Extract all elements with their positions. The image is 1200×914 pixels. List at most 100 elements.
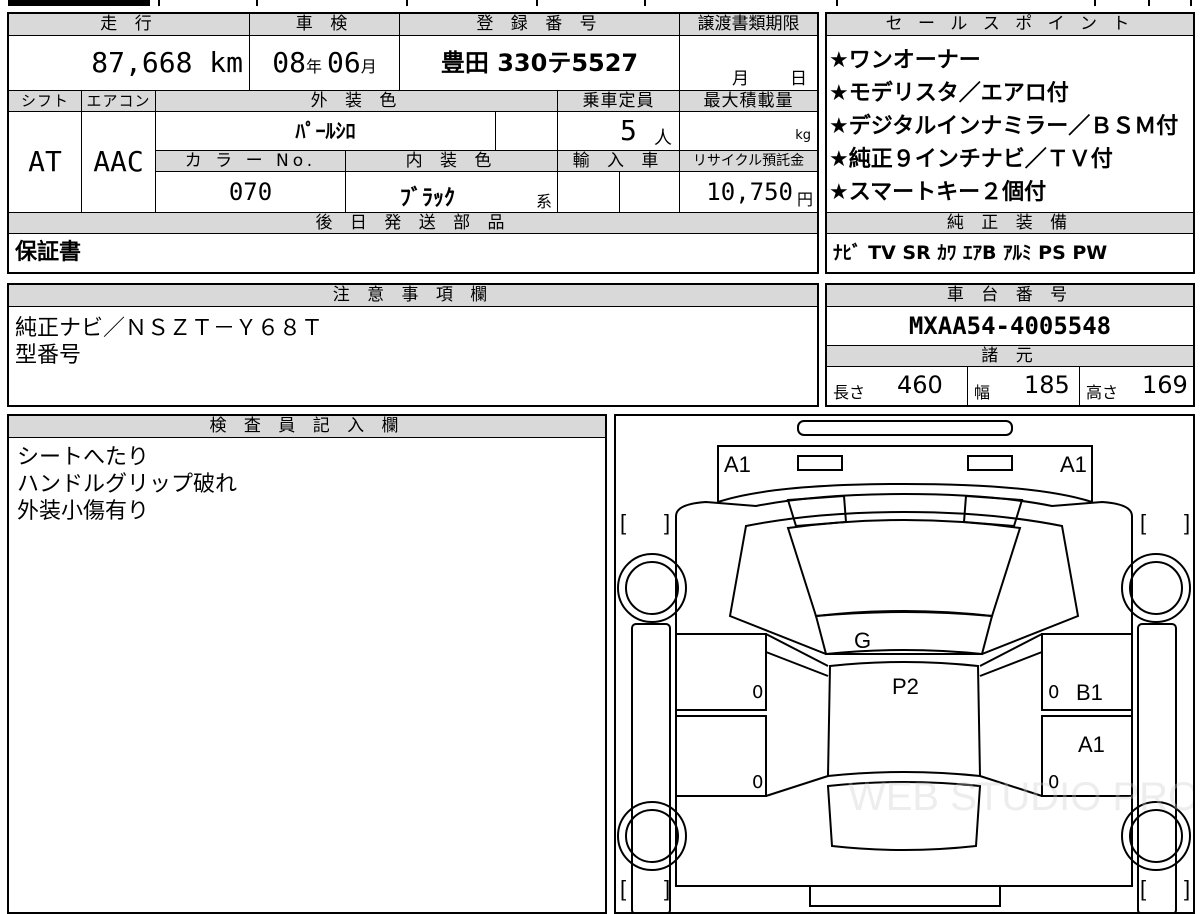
mark-zero: 0: [752, 682, 764, 703]
equipment-value: ﾅﾋﾞ TV SR ｶﾜ ｴｱB ｱﾙﾐ PS PW: [833, 242, 1108, 264]
interior-color-label: 内 装 色: [345, 150, 557, 172]
inspection-label: 車 検: [249, 14, 399, 36]
specs-title: 諸 元: [827, 345, 1193, 367]
import-label: 輸 入 車: [557, 150, 679, 172]
chassis-value: MXAA54-4005548: [908, 312, 1112, 340]
inspection-value: 08年 06月: [249, 36, 399, 90]
inspection-month-unit: 月: [360, 57, 377, 76]
notes-title: 注 意 事 項 欄: [9, 285, 817, 307]
bracket-right: ]: [1184, 876, 1191, 901]
ac-value: AAC: [81, 112, 155, 212]
car-outline-svg: WEB STUDIO PRO: [617, 420, 1193, 912]
recycle-unit: 円: [796, 190, 813, 209]
inspector-line: 外装小傷有り: [17, 499, 150, 524]
spec-length: 長さ 460: [827, 367, 967, 405]
import-cell-2: [619, 172, 679, 212]
bracket-right: ]: [1184, 510, 1191, 535]
mark-front-right: A1: [1060, 452, 1087, 477]
exterior-color-extra: [495, 112, 557, 150]
spec-width-label: 幅: [974, 383, 991, 402]
sales-points-title: セ ー ル ス ポ イ ン ト: [827, 14, 1193, 36]
recycle-value: 10,750: [706, 178, 793, 206]
capacity-value: 5: [620, 114, 637, 147]
sales-points-box: セ ー ル ス ポ イ ン ト ★ワンオーナー ★モデリスタ／エアロ付 ★デジタ…: [825, 12, 1195, 274]
recycle-label: リサイクル預託金: [679, 150, 817, 172]
watermark: WEB STUDIO PRO: [848, 775, 1193, 819]
chassis-box: 車 台 番 号 MXAA54-4005548 諸 元 長さ 460 幅 185 …: [825, 283, 1195, 407]
interior-color-cell: ﾌﾞﾗｯｸ 系: [345, 172, 557, 212]
top-edge-strip: [8, 0, 1192, 6]
bracket-right: ]: [664, 876, 671, 901]
bracket-left: [: [1140, 510, 1147, 535]
color-no-value: 070: [155, 172, 345, 212]
bracket-left: [: [620, 876, 627, 901]
sales-point-item: ★純正９インチナビ／ＴＶ付: [829, 147, 1113, 172]
registration-value: 豊田 330テ5527: [399, 36, 679, 90]
mileage-value: 87,668 km: [91, 46, 243, 79]
color-no-label: カ ラ ー No.: [155, 150, 345, 172]
sales-point-item: ★スマートキー２個付: [829, 180, 1047, 205]
bracket-right: ]: [664, 510, 671, 535]
vehicle-info-table: 走 行 車 検 登 録 番 号 譲渡書類期限 87,668 km 08年 06月…: [7, 12, 819, 274]
inspector-content: シートへたり ハンドルグリップ破れ 外装小傷有り: [17, 444, 597, 525]
import-cell-1: [557, 172, 619, 212]
spec-length-label: 長さ: [833, 383, 866, 402]
inspector-title: 検 査 員 記 入 欄: [9, 416, 605, 438]
shift-label: シフト: [9, 90, 81, 112]
shift-value: AT: [28, 145, 62, 178]
bracket-left: [: [620, 510, 627, 535]
exterior-color-label: 外 装 色: [155, 90, 557, 112]
sales-point-item: ★モデリスタ／エアロ付: [829, 81, 1069, 106]
capacity-value-cell: 5 人: [557, 112, 679, 150]
notes-line: 型番号: [15, 343, 82, 368]
exterior-color-value: ﾊﾟｰﾙｼﾛ: [155, 112, 495, 150]
mark-zero: 0: [1048, 682, 1060, 703]
spec-height: 高さ 169: [1079, 367, 1193, 405]
notes-content: 純正ナビ／ＮＳＺＴ－Ｙ６８Ｔ 型番号: [15, 315, 805, 369]
mark-zero: 0: [752, 772, 764, 793]
transfer-day-unit: 日: [790, 69, 807, 89]
mark-right-front-door: B1: [1076, 680, 1103, 705]
bracket-left: [: [1140, 876, 1147, 901]
max-load-label: 最大積載量: [679, 90, 817, 112]
spec-height-value: 169: [1142, 371, 1188, 399]
sales-point-item: ★デジタルインナミラー／ＢＳＭ付: [829, 114, 1179, 139]
interior-color-suffix: 系: [536, 192, 553, 211]
mark-bonnet: G: [854, 628, 872, 653]
max-load-value-cell: kg: [679, 112, 817, 150]
transfer-value: 月 日: [679, 36, 817, 90]
sales-point-item: ★ワンオーナー: [829, 48, 981, 73]
spec-width-value: 185: [1024, 371, 1070, 399]
spec-width: 幅 185: [967, 367, 1079, 405]
inspection-year: 08: [272, 46, 306, 79]
interior-color-value: ﾌﾞﾗｯｸ: [400, 186, 456, 211]
later-parts-value: 保証書: [15, 240, 82, 265]
inspection-year-unit: 年: [305, 57, 322, 76]
sales-points-list: ★ワンオーナー ★モデリスタ／エアロ付 ★デジタルインナミラー／ＢＳＭ付 ★純正…: [829, 44, 1193, 212]
mark-front-left: A1: [724, 452, 751, 477]
inspection-month: 06: [327, 46, 361, 79]
mark-right-rear-door: A1: [1078, 732, 1105, 757]
inspector-line: シートへたり: [17, 445, 150, 470]
equipment-title: 純 正 装 備: [827, 212, 1193, 234]
capacity-label: 乗車定員: [557, 90, 679, 112]
mark-zero: 0: [1048, 772, 1060, 793]
capacity-unit: 人: [654, 128, 672, 149]
later-parts-title: 後 日 発 送 部 品: [9, 212, 817, 234]
registration-label: 登 録 番 号: [399, 14, 679, 36]
ac-label: エアコン: [81, 90, 155, 112]
transfer-label: 譲渡書類期限: [679, 14, 817, 36]
notes-box: 注 意 事 項 欄 純正ナビ／ＮＳＺＴ－Ｙ６８Ｔ 型番号: [7, 283, 819, 407]
inspector-box: 検 査 員 記 入 欄 シートへたり ハンドルグリップ破れ 外装小傷有り: [7, 414, 607, 914]
max-load-unit: kg: [795, 128, 811, 143]
chassis-title: 車 台 番 号: [827, 285, 1193, 307]
recycle-value-cell: 10,750 円: [679, 172, 817, 212]
mark-roof: P2: [892, 674, 919, 699]
car-diagram: WEB STUDIO PRO [ ] [ ] [ ] [ ] A1 A1 G P…: [614, 414, 1195, 914]
mileage-label: 走 行: [9, 14, 249, 36]
spec-height-label: 高さ: [1086, 383, 1119, 402]
transfer-month-unit: 月: [732, 69, 749, 89]
inspector-line: ハンドルグリップ破れ: [17, 472, 238, 497]
spec-length-value: 460: [897, 371, 943, 399]
notes-line: 純正ナビ／ＮＳＺＴ－Ｙ６８Ｔ: [15, 316, 324, 341]
